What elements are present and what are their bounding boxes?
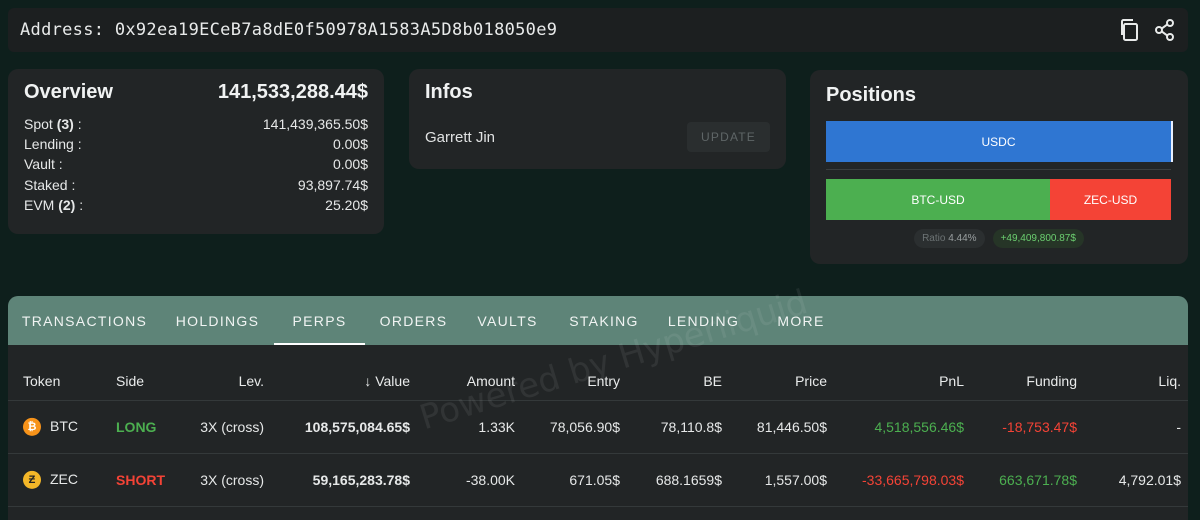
bitcoin-icon: ₿ [23,418,41,437]
ratio-chip: Ratio 4.44% [914,229,985,248]
overview-card: Overview 141,533,288.44$ Spot (3) : 141,… [8,69,384,234]
col-lev[interactable]: Lev. [239,373,264,389]
side-cell: SHORT [116,472,165,488]
share-icon[interactable] [1154,19,1176,41]
positions-chips: Ratio 4.44% +49,409,800.87$ [810,229,1188,248]
address-label: Address: [20,20,105,40]
positions-card: Positions USDC BTC-USD ZEC-USD Ratio 4.4… [810,70,1188,264]
liq-cell: 4,792.01$ [1118,472,1181,488]
col-token[interactable]: Token [23,373,60,389]
price-cell: 81,446.50$ [756,419,827,435]
infos-name: Garrett Jin [425,128,496,146]
entry-cell: 78,056.90$ [549,419,620,435]
positions-title: Positions [826,84,917,106]
row-label: EVM [24,196,55,213]
perps-table: Token Side Lev. ↓ Value Amount Entry BE … [8,361,1188,507]
ratio-value: 4.44% [948,233,977,244]
portfolio-panel: TRANSACTIONS HOLDINGS PERPS ORDERS VAULT… [8,296,1188,520]
overview-row-staked: Staked : 93,897.74$ [24,175,368,195]
overview-row-lending: Lending : 0.00$ [24,134,368,154]
tab-holdings[interactable]: HOLDINGS [161,296,274,345]
amount-cell: -38.00K [465,472,515,488]
col-entry[interactable]: Entry [587,373,620,389]
funding-cell: -18,753.47$ [1002,419,1077,435]
pnl-chip: +49,409,800.87$ [992,229,1084,248]
perp-bars: BTC-USD ZEC-USD [826,179,1171,220]
token-cell: ₿ BTC [23,417,78,437]
tab-orders[interactable]: ORDERS [365,296,462,345]
row-label: Staked : [24,176,76,193]
btc-bar[interactable]: BTC-USD [826,179,1050,220]
overview-total: 141,533,288.44$ [217,81,368,103]
row-value: 93,897.74$ [297,176,368,193]
positions-divider [826,169,1171,170]
col-be[interactable]: BE [703,373,722,389]
col-funding[interactable]: Funding [1026,373,1077,389]
row-value: 0.00$ [332,136,368,153]
token-cell: Ƶ ZEC [23,470,78,490]
row-value: 25.20$ [325,196,368,213]
overview-row-spot: Spot (3) : 141,439,365.50$ [24,114,368,134]
token-name: BTC [50,417,78,434]
funding-cell: 663,671.78$ [999,472,1077,488]
row-value: 0.00$ [332,156,368,173]
overview-title: Overview [24,81,113,103]
pnl-cell: 4,518,556.46$ [874,419,964,435]
address-text: Address: 0x92ea19ECeB7a8dE0f50978A1583A5… [20,20,557,40]
infos-title: Infos [425,81,473,103]
tab-perps[interactable]: PERPS [274,296,365,345]
entry-cell: 671.05$ [569,472,620,488]
infos-card: Infos Garrett Jin UPDATE [409,69,786,169]
overview-row-vault: Vault : 0.00$ [24,154,368,174]
col-price[interactable]: Price [795,373,827,389]
overview-row-evm: EVM (2) : 25.20$ [24,195,368,215]
row-suffix: : [73,116,82,132]
col-side[interactable]: Side [116,373,144,389]
usdc-bar[interactable]: USDC [826,121,1173,162]
token-name: ZEC [50,470,78,487]
table-row[interactable]: Ƶ ZEC SHORT 3X (cross) 59,165,283.78$ -38… [8,454,1188,507]
tab-vaults[interactable]: VAULTS [462,296,553,345]
row-label: Spot [24,116,53,132]
col-value[interactable]: ↓ Value [364,373,410,389]
value-cell: 108,575,084.65$ [304,419,410,435]
update-button[interactable]: UPDATE [687,122,770,152]
tab-more[interactable]: MORE [752,296,850,345]
row-count: (3) [56,116,74,132]
col-pnl[interactable]: PnL [939,373,964,389]
be-cell: 78,110.8$ [660,419,722,435]
value-cell: 59,165,283.78$ [312,472,410,488]
lev-cell: 3X (cross) [200,419,264,435]
price-cell: 1,557.00$ [764,472,827,488]
tab-transactions[interactable]: TRANSACTIONS [8,296,161,345]
tab-staking[interactable]: STAKING [553,296,655,345]
pnl-cell: -33,665,798.03$ [862,472,964,488]
table-row[interactable]: ₿ BTC LONG 3X (cross) 108,575,084.65$ 1.3… [8,401,1188,454]
col-liq[interactable]: Liq. [1158,373,1181,389]
ratio-label: Ratio [922,233,946,244]
col-amount[interactable]: Amount [467,373,515,389]
tabs-bar: TRANSACTIONS HOLDINGS PERPS ORDERS VAULT… [8,296,1188,345]
row-value: 141,439,365.50$ [262,116,368,132]
liq-cell: - [1176,419,1181,435]
address-bar: Address: 0x92ea19ECeB7a8dE0f50978A1583A5… [8,8,1188,52]
copy-icon[interactable] [1118,19,1140,41]
be-cell: 688.1659$ [655,472,722,488]
side-cell: LONG [116,419,157,435]
row-label: Lending : [24,136,82,153]
tab-lending[interactable]: LENDING [655,296,752,345]
amount-cell: 1.33K [478,419,515,435]
row-count: (2) [58,196,76,213]
row-label: Vault : [24,156,63,173]
lev-cell: 3X (cross) [200,472,264,488]
zec-bar[interactable]: ZEC-USD [1050,179,1171,220]
address-value: 0x92ea19ECeB7a8dE0f50978A1583A5D8b018050… [114,20,558,40]
table-header: Token Side Lev. ↓ Value Amount Entry BE … [8,361,1188,401]
address-actions [1118,19,1176,41]
row-suffix: : [75,196,84,213]
zcash-icon: Ƶ [23,471,41,490]
